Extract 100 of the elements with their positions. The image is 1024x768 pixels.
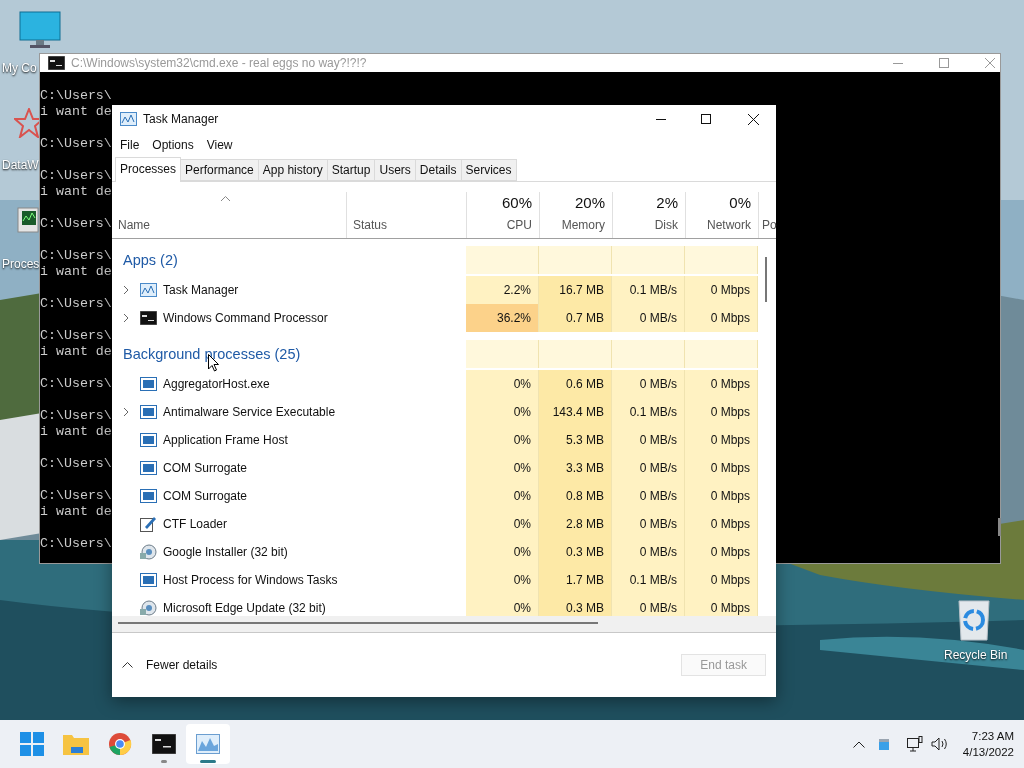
terminal-line: C:\Users\ bbox=[40, 456, 112, 472]
table-cell: 0% bbox=[466, 426, 539, 454]
menu-item[interactable]: View bbox=[206, 136, 233, 154]
column-total: 2% bbox=[656, 192, 678, 213]
table-cell: 0.8 MB bbox=[539, 482, 612, 510]
terminal-line: C:\Users\ bbox=[40, 408, 112, 424]
terminal-line: C:\Users\ bbox=[40, 88, 112, 104]
table-cell: 0 Mbps bbox=[685, 454, 758, 482]
chevron-right-icon[interactable] bbox=[123, 407, 129, 417]
table-cell: 0.7 MB bbox=[539, 304, 612, 332]
table-cell: 0 MB/s bbox=[612, 538, 685, 566]
desktop-icon-label[interactable]: Recycle Bin bbox=[944, 646, 1008, 664]
column-header[interactable]: Name bbox=[118, 216, 346, 234]
column-header[interactable]: Network bbox=[707, 216, 751, 234]
column-total: 20% bbox=[574, 192, 605, 213]
table-cell: 0 Mbps bbox=[685, 304, 758, 332]
scrollbar-thumb[interactable] bbox=[765, 257, 767, 302]
table-cell: 3.3 MB bbox=[539, 454, 612, 482]
scrollbar-thumb[interactable] bbox=[118, 622, 598, 624]
table-cell: 143.4 MB bbox=[539, 398, 612, 426]
chevron-up-icon[interactable] bbox=[122, 662, 133, 668]
process-name: CTF Loader bbox=[163, 516, 228, 533]
menu-item[interactable]: Options bbox=[152, 136, 194, 154]
table-cell: 0 MB/s bbox=[612, 370, 685, 398]
tab[interactable]: Users bbox=[375, 159, 416, 181]
column-total: 60% bbox=[501, 192, 532, 213]
chevron-right-icon[interactable] bbox=[123, 285, 129, 295]
chevron-right-icon[interactable] bbox=[123, 313, 129, 323]
window-icon bbox=[140, 489, 157, 503]
network-icon[interactable] bbox=[906, 736, 923, 752]
table-cell: 5.3 MB bbox=[539, 426, 612, 454]
table-cell: 2.2% bbox=[466, 276, 539, 304]
window-icon bbox=[140, 573, 157, 587]
terminal-line: C:\Users\ bbox=[40, 488, 112, 504]
group-heading[interactable]: Background processes (25) bbox=[123, 346, 301, 362]
chart-window-icon bbox=[140, 283, 157, 297]
table-cell: 0 Mbps bbox=[685, 370, 758, 398]
fewer-details-link[interactable]: Fewer details bbox=[146, 656, 218, 674]
table-cell: 0% bbox=[466, 370, 539, 398]
running-indicator bbox=[200, 760, 216, 763]
tab[interactable]: App history bbox=[258, 159, 328, 181]
terminal-icon[interactable] bbox=[152, 734, 176, 754]
column-header[interactable]: Disk bbox=[654, 216, 678, 234]
table-cell: 0 Mbps bbox=[685, 482, 758, 510]
clock-date[interactable]: 4/13/2022 bbox=[962, 744, 1014, 760]
process-name: COM Surrogate bbox=[163, 488, 248, 505]
tab[interactable]: Services bbox=[461, 159, 517, 181]
terminal-line: i want de bbox=[40, 264, 112, 280]
gear-disc-icon bbox=[140, 544, 157, 560]
process-name: Application Frame Host bbox=[163, 432, 288, 449]
column-header[interactable]: Memory bbox=[561, 216, 605, 234]
column-header[interactable]: Po bbox=[762, 216, 776, 234]
table-cell: 0.6 MB bbox=[539, 370, 612, 398]
close-icon[interactable] bbox=[748, 113, 759, 125]
column-header[interactable]: Status bbox=[353, 216, 466, 234]
table-cell: 0% bbox=[466, 398, 539, 426]
menu-item[interactable]: File bbox=[120, 136, 140, 154]
window-icon bbox=[140, 461, 157, 475]
terminal-line: i want de bbox=[40, 504, 112, 520]
terminal-line: C:\Users\ bbox=[40, 248, 112, 264]
tab[interactable]: Processes bbox=[115, 157, 182, 182]
tab[interactable]: Details bbox=[415, 159, 462, 181]
scrollbar-thumb[interactable] bbox=[998, 518, 1001, 536]
table-cell: 36.2% bbox=[466, 304, 539, 332]
table-cell: 0% bbox=[466, 538, 539, 566]
process-name: Windows Command Processor bbox=[163, 310, 328, 327]
terminal-line: C:\Users\ bbox=[40, 216, 112, 232]
volume-icon[interactable] bbox=[930, 737, 949, 751]
chart-window-icon[interactable] bbox=[196, 734, 220, 754]
folder-icon[interactable] bbox=[63, 733, 89, 755]
table-cell: 0 Mbps bbox=[685, 426, 758, 454]
terminal-icon bbox=[140, 311, 157, 325]
tab[interactable]: Performance bbox=[181, 159, 259, 181]
terminal-icon bbox=[48, 56, 65, 70]
table-cell: 0 Mbps bbox=[685, 398, 758, 426]
process-name: Google Installer (32 bit) bbox=[163, 544, 288, 561]
browser-icon[interactable] bbox=[108, 732, 132, 756]
sort-caret-icon[interactable] bbox=[221, 196, 230, 201]
terminal-line: C:\Users\ bbox=[40, 168, 112, 184]
terminal-line: i want de bbox=[40, 344, 112, 360]
table-cell: 1.7 MB bbox=[539, 566, 612, 594]
process-name: Task Manager bbox=[163, 282, 239, 299]
terminal-line: i want de bbox=[40, 104, 112, 120]
square-icon[interactable] bbox=[878, 738, 889, 750]
terminal-line: i want de bbox=[40, 424, 112, 440]
tab[interactable]: Startup bbox=[327, 159, 376, 181]
terminal-line: C:\Users\ bbox=[40, 328, 112, 344]
maximize-icon[interactable] bbox=[701, 114, 711, 124]
group-heading[interactable]: Apps (2) bbox=[123, 252, 178, 268]
clock-time[interactable]: 7:23 AM bbox=[971, 728, 1014, 744]
scrollbar-track[interactable] bbox=[112, 616, 776, 632]
process-name: Antimalware Service Executable bbox=[163, 404, 336, 421]
running-indicator bbox=[161, 760, 167, 763]
chevron-up-icon[interactable] bbox=[852, 740, 865, 748]
windows-logo-icon[interactable] bbox=[20, 732, 44, 756]
minimize-icon[interactable] bbox=[656, 118, 666, 120]
column-header[interactable]: CPU bbox=[506, 216, 532, 234]
table-cell: 0 Mbps bbox=[685, 566, 758, 594]
window-icon bbox=[140, 377, 157, 391]
table-cell: 0.1 MB/s bbox=[612, 398, 685, 426]
